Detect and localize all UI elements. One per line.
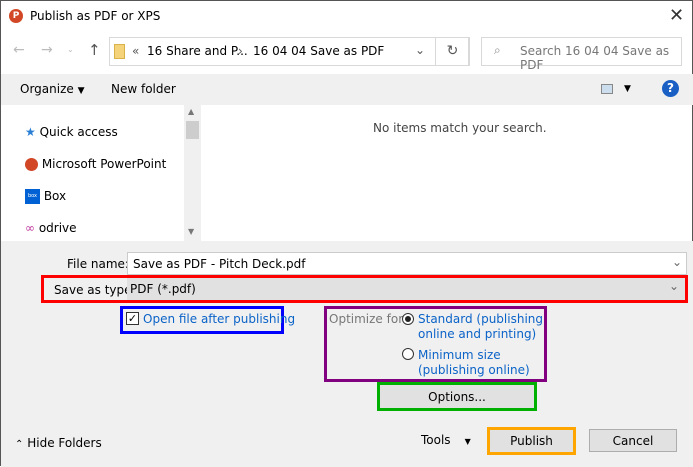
nav-item-box[interactable]: box Box xyxy=(25,189,66,204)
organize-button[interactable]: Organize ▼ xyxy=(20,82,85,96)
tools-label: Tools xyxy=(421,433,451,447)
search-box[interactable]: ⌕ Search 16 04 04 Save as PDF xyxy=(481,37,682,72)
hide-folders-button[interactable]: ⌃ Hide Folders xyxy=(15,436,102,450)
scroll-up-icon[interactable]: ▲ xyxy=(188,107,194,116)
close-icon[interactable]: ✕ xyxy=(669,5,684,26)
search-input[interactable]: Search 16 04 04 Save as PDF xyxy=(520,44,681,72)
radio-minimum[interactable] xyxy=(402,348,414,360)
powerpoint-icon: P xyxy=(9,9,23,23)
publish-button[interactable]: Publish xyxy=(490,430,573,452)
hide-folders-label: Hide Folders xyxy=(27,436,102,450)
infinity-icon: ∞ xyxy=(25,221,35,235)
caret-down-icon: ▼ xyxy=(464,437,471,446)
radio-standard[interactable] xyxy=(402,313,414,325)
address-bar[interactable]: « 16 Share and P... › 16 04 04 Save as P… xyxy=(109,37,470,66)
empty-message: No items match your search. xyxy=(373,121,547,135)
forward-icon[interactable]: → xyxy=(41,42,53,58)
cancel-button[interactable]: Cancel xyxy=(589,429,677,452)
file-name-label: File name: xyxy=(67,257,129,271)
breadcrumb-separator: › xyxy=(238,44,243,58)
help-icon[interactable]: ? xyxy=(662,80,679,97)
new-folder-button[interactable]: New folder xyxy=(111,82,176,96)
nav-label: Microsoft PowerPoint xyxy=(41,157,167,171)
folder-icon xyxy=(114,44,125,59)
nav-item-powerpoint[interactable]: Microsoft PowerPoint xyxy=(25,157,166,171)
search-icon: ⌕ xyxy=(494,43,501,57)
breadcrumb-item[interactable]: 16 Share and P... xyxy=(147,44,248,58)
optimize-label: Optimize for: xyxy=(329,312,407,326)
file-name-value: Save as PDF - Pitch Deck.pdf xyxy=(133,257,306,271)
minimum-label-line2[interactable]: (publishing online) xyxy=(418,363,530,377)
nav-label: Box xyxy=(43,189,67,203)
toolbar: Organize ▼ New folder ▼ ? xyxy=(1,74,693,105)
view-caret-icon[interactable]: ▼ xyxy=(624,84,631,94)
caret-down-icon: ▼ xyxy=(77,86,85,96)
nav-label: odrive xyxy=(38,221,77,235)
navigation-pane: ★ Quick access Microsoft PowerPoint box … xyxy=(1,105,201,241)
minimum-label-line1[interactable]: Minimum size xyxy=(418,348,501,362)
nav-item-odrive[interactable]: ∞ odrive xyxy=(25,221,77,235)
title-bar: P Publish as PDF or XPS ✕ xyxy=(1,1,693,33)
options-button[interactable]: Options... xyxy=(380,385,534,408)
breadcrumb-item[interactable]: 16 04 04 Save as PDF xyxy=(253,44,384,58)
save-type-select[interactable]: PDF (*.pdf) ⌄ xyxy=(127,278,685,300)
box-icon: box xyxy=(25,189,40,204)
back-icon[interactable]: ← xyxy=(13,42,25,58)
chevron-down-icon: ⌄ xyxy=(669,279,680,293)
tools-button[interactable]: Tools ▼ xyxy=(421,433,471,447)
standard-label-line2[interactable]: online and printing) xyxy=(418,327,536,341)
open-after-label[interactable]: Open file after publishing xyxy=(143,312,295,326)
nav-scrollbar[interactable]: ▲ ▼ xyxy=(184,105,201,241)
recent-chevron-icon[interactable]: ⌄ xyxy=(67,45,74,54)
refresh-button[interactable]: ↻ xyxy=(435,37,470,66)
star-icon: ★ xyxy=(25,125,36,139)
save-type-label: Save as type: xyxy=(54,283,136,297)
file-name-input[interactable]: Save as PDF - Pitch Deck.pdf ⌄ xyxy=(127,252,687,275)
powerpoint-icon xyxy=(25,158,38,171)
standard-label-line1[interactable]: Standard (publishing xyxy=(418,312,543,326)
chevron-up-icon: ⌃ xyxy=(15,439,24,450)
chevron-down-icon[interactable]: ⌄ xyxy=(672,255,682,269)
open-after-checkbox[interactable]: ✓ xyxy=(126,312,139,325)
scroll-thumb[interactable] xyxy=(186,121,199,139)
view-icon[interactable] xyxy=(601,84,613,94)
nav-item-quick-access[interactable]: ★ Quick access xyxy=(25,125,118,139)
up-icon[interactable]: ↑ xyxy=(88,41,101,59)
window-title: Publish as PDF or XPS xyxy=(30,9,161,23)
scroll-down-icon[interactable]: ▼ xyxy=(188,227,194,236)
address-dropdown-icon[interactable]: ⌄ xyxy=(415,43,425,57)
organize-label: Organize xyxy=(20,82,74,96)
save-type-value: PDF (*.pdf) xyxy=(130,282,196,296)
nav-label: Quick access xyxy=(39,125,118,139)
address-prefix: « xyxy=(132,44,140,58)
